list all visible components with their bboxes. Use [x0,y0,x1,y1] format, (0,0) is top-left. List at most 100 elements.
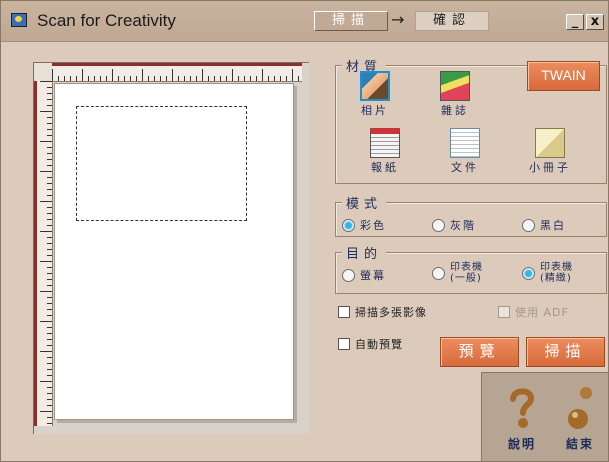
ruler-tick [100,76,101,81]
photo-icon [360,71,390,101]
ruler-tick [47,105,52,106]
ruler-tick [40,261,52,262]
ruler-tick [47,423,52,424]
radio-selected-icon [342,218,355,232]
booklet-icon [535,128,565,158]
mode-color-radio[interactable]: 彩色 [342,217,386,233]
minimize-button[interactable]: _ [566,14,584,30]
ruler-tick [47,183,52,184]
ruler-tick [208,76,209,81]
close-button[interactable]: x [586,14,604,30]
ruler-tick [268,76,269,81]
step-arrow-icon: → [391,10,405,29]
ruler-tick [184,76,185,81]
ruler-tick [220,76,221,81]
ruler-v-bar [34,81,37,426]
material-newspaper[interactable]: 報紙 [355,128,415,175]
purpose-printer-fine-line2: (精緻) [540,273,572,284]
ruler-tick [47,267,52,268]
ruler-tick [47,177,52,178]
ruler-tick [40,381,52,382]
ruler-tick [47,417,52,418]
preview-button[interactable]: 預覽 [440,337,519,367]
auto-preview-checkbox[interactable]: 自動預覽 [338,336,403,352]
exit-button[interactable]: 結束 [560,383,600,452]
ruler-tick [154,76,155,81]
material-photo[interactable]: 相片 [345,71,405,118]
ruler-tick [47,93,52,94]
scan-button[interactable]: 掃描 [526,337,605,367]
ruler-tick [47,327,52,328]
ruler-tick [47,375,52,376]
mode-color-label: 彩色 [360,219,386,232]
ruler-tick [274,76,275,81]
ruler-tick [256,76,257,81]
ruler-tick [47,255,52,256]
ruler-tick [226,76,227,81]
purpose-printer-fine-radio[interactable]: 印表機 (精緻) [522,262,573,284]
ruler-tick [112,69,113,81]
ruler-tick [47,363,52,364]
ruler-tick [178,76,179,81]
mode-group-label: 模式 [342,193,387,212]
ruler-tick [244,76,245,81]
preview-page[interactable] [54,83,294,420]
ruler-tick [47,129,52,130]
checkbox-icon [338,338,350,350]
title-bar: Scan for Creativity 掃描 → 確認 _ x [1,1,608,42]
ruler-tick [82,69,83,81]
ruler-tick [47,159,52,160]
ruler-tick [286,76,287,81]
ruler-tick [47,165,52,166]
step-scan-tab: 掃描 [314,11,388,31]
ruler-tick [40,141,52,142]
scan-selection-rectangle[interactable] [76,106,247,221]
ruler-tick [262,69,263,81]
ruler-tick [47,399,52,400]
ruler-tick [166,76,167,81]
ruler-corner [34,63,52,81]
twain-button[interactable]: TWAIN [527,61,600,91]
ruler-tick [76,76,77,81]
ruler-tick [47,393,52,394]
radio-unselected-icon [342,268,355,282]
auto-preview-label: 自動預覽 [355,338,403,351]
material-magazine[interactable]: 雜誌 [425,71,485,118]
ruler-tick [64,76,65,81]
radio-unselected-icon [522,218,535,232]
ruler-tick [47,387,52,388]
purpose-printer-fine-line1: 印表機 [540,262,573,273]
ruler-tick [47,333,52,334]
ruler-tick [47,153,52,154]
mode-grayscale-radio[interactable]: 灰階 [432,217,476,233]
ruler-tick [118,76,119,81]
purpose-printer-fine-text: 印表機 (精緻) [540,262,573,284]
purpose-screen-radio[interactable]: 螢幕 [342,267,386,283]
exit-ball-icon [568,387,592,429]
preview-area [33,62,309,434]
material-newspaper-label: 報紙 [371,161,399,174]
radio-selected-icon [522,266,535,280]
multi-scan-checkbox[interactable]: 掃描多張影像 [338,304,427,320]
mode-grayscale-label: 灰階 [450,219,476,232]
ruler-tick [298,76,299,81]
material-document[interactable]: 文件 [435,128,495,175]
mode-bw-radio[interactable]: 黑白 [522,217,566,233]
purpose-printer-normal-line1: 印表機 [450,262,483,273]
ruler-tick [106,76,107,81]
ruler-tick [47,123,52,124]
ruler-tick [47,237,52,238]
ruler-tick [292,69,293,81]
ruler-tick [40,201,52,202]
ruler-tick [130,76,131,81]
use-adf-checkbox[interactable]: 使用 ADF [498,304,569,320]
ruler-tick [47,189,52,190]
ruler-tick [52,69,53,81]
material-booklet[interactable]: 小冊子 [520,128,580,175]
use-adf-label: 使用 ADF [515,306,569,319]
help-button[interactable]: 說明 [502,383,542,452]
ruler-tick [47,273,52,274]
scanner-app-icon [11,13,27,27]
checkbox-icon [498,306,510,318]
purpose-printer-normal-radio[interactable]: 印表機 (一般) [432,262,483,284]
